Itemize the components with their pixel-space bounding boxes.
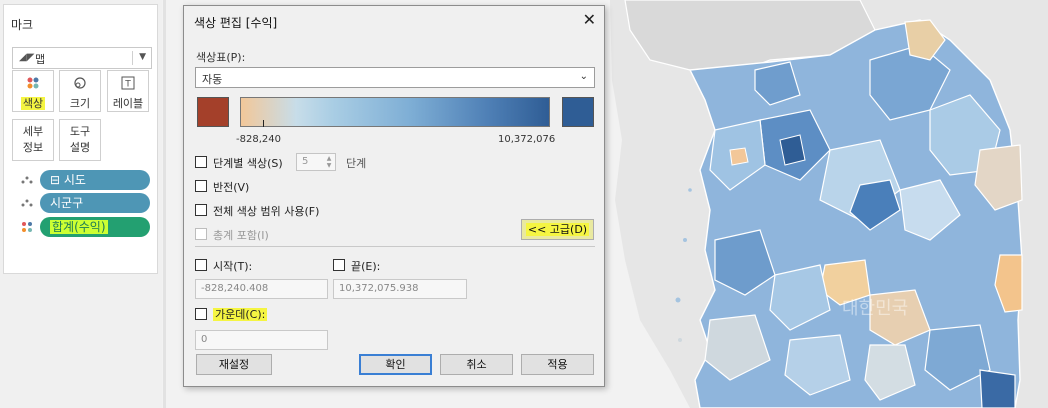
- palette-value: 자동: [202, 73, 223, 86]
- label-button-label: 레이블: [112, 97, 144, 110]
- region[interactable]: [779, 134, 806, 166]
- chevron-down-icon: ⌄: [579, 71, 588, 82]
- map-watermark: 대한민국: [842, 298, 909, 319]
- detail-dots-icon: [21, 199, 33, 207]
- palette-select[interactable]: 자동 ⌄: [195, 67, 595, 88]
- tooltip-button-label: 도구 설명: [60, 124, 100, 156]
- color-gradient-bar: [240, 97, 550, 127]
- center-label-wrap: 가운데(C):: [213, 306, 268, 322]
- spinner-icon: ▲ ▼: [326, 155, 332, 169]
- tooltip-line-2: 설명: [69, 141, 91, 154]
- pill-profit-sum[interactable]: 합계(수익): [40, 217, 150, 237]
- end-checkbox[interactable]: [333, 259, 345, 271]
- include-totals-label: 총계 포함(I): [213, 229, 269, 242]
- end-label: 끝(E):: [351, 260, 381, 273]
- start-checkbox[interactable]: [195, 259, 207, 271]
- start-color-swatch[interactable]: [197, 97, 229, 127]
- include-totals-checkbox[interactable]: [195, 228, 207, 240]
- start-label: 시작(T):: [213, 260, 253, 273]
- palette-label: 색상표(P):: [196, 51, 246, 64]
- reset-button[interactable]: 재설정: [196, 354, 272, 375]
- stepped-color-label: 단계별 색상(S): [213, 157, 283, 170]
- center-value-input[interactable]: 0: [195, 330, 328, 350]
- tooltip-button[interactable]: 도구 설명: [59, 119, 101, 161]
- apply-button[interactable]: 적용: [521, 354, 594, 375]
- steps-value: 5: [302, 156, 309, 167]
- min-value-label: -828,240: [236, 134, 281, 145]
- full-range-checkbox[interactable]: [195, 204, 207, 216]
- left-pane: 마크 ◢◤ 맵 ▼ 색상 크기 T 레이블 세부 정보 도구 설명 ⊟ 시도 시…: [0, 0, 162, 408]
- color-dots-icon: [13, 75, 53, 91]
- dropdown-separator: [132, 51, 133, 65]
- color-button-label: 색상: [20, 97, 46, 110]
- text-icon: T: [108, 75, 148, 91]
- color-dots-icon: [22, 222, 32, 232]
- mark-type-dropdown[interactable]: ◢◤ 맵 ▼: [12, 47, 152, 69]
- detail-line-2: 정보: [22, 141, 44, 154]
- center-marker: [263, 120, 264, 127]
- detail-button-label: 세부 정보: [13, 124, 53, 156]
- chevron-down-icon: ▼: [139, 52, 146, 62]
- svg-text:T: T: [124, 80, 131, 90]
- detail-dots-icon: [21, 176, 33, 184]
- start-value-input[interactable]: -828,240.408: [195, 279, 328, 299]
- dialog-title: 색상 편집 [수익]: [194, 16, 278, 30]
- tooltip-line-1: 도구: [69, 125, 91, 138]
- mark-type-value: 맵: [35, 53, 46, 66]
- advanced-button[interactable]: << 고급(D): [521, 219, 594, 240]
- end-value-input[interactable]: 10,372,075.938: [333, 279, 467, 299]
- map-icon: ◢◤: [19, 52, 35, 63]
- close-icon[interactable]: ✕: [583, 10, 596, 29]
- ok-button[interactable]: 확인: [359, 354, 432, 375]
- cancel-button[interactable]: 취소: [440, 354, 513, 375]
- reversed-label: 반전(V): [213, 181, 250, 194]
- region[interactable]: [729, 147, 749, 166]
- steps-unit-label: 단계: [346, 157, 367, 170]
- full-range-label: 전체 색상 범위 사용(F): [213, 205, 320, 218]
- divider: [195, 246, 595, 247]
- steps-stepper[interactable]: 5 ▲ ▼: [296, 153, 336, 171]
- pill-sido[interactable]: ⊟ 시도: [40, 170, 150, 190]
- pill-profit-label: 합계(수익): [50, 220, 108, 234]
- size-button-label: 크기: [69, 97, 91, 110]
- advanced-button-label: << 고급(D): [525, 223, 590, 236]
- pill-sigungu[interactable]: 시군구: [40, 193, 150, 213]
- center-label: 가운데(C):: [213, 308, 268, 321]
- region[interactable]: [979, 369, 1016, 408]
- size-icon: [60, 75, 100, 91]
- detail-button[interactable]: 세부 정보: [12, 119, 54, 161]
- stepped-color-checkbox[interactable]: [195, 156, 207, 168]
- detail-line-1: 세부: [22, 125, 44, 138]
- marks-card: 마크 ◢◤ 맵 ▼ 색상 크기 T 레이블 세부 정보 도구 설명 ⊟ 시도 시…: [3, 4, 158, 274]
- pane-divider[interactable]: [163, 0, 166, 408]
- edit-colors-dialog: 색상 편집 [수익] ✕ 색상표(P): 자동 ⌄ -828,240 10,37…: [183, 5, 605, 387]
- label-button[interactable]: T 레이블: [107, 70, 149, 112]
- max-value-label: 10,372,076: [498, 134, 556, 145]
- marks-title: 마크: [11, 18, 34, 32]
- end-color-swatch[interactable]: [562, 97, 594, 127]
- color-button[interactable]: 색상: [12, 70, 54, 112]
- center-checkbox[interactable]: [195, 308, 207, 320]
- reversed-checkbox[interactable]: [195, 180, 207, 192]
- size-button[interactable]: 크기: [59, 70, 101, 112]
